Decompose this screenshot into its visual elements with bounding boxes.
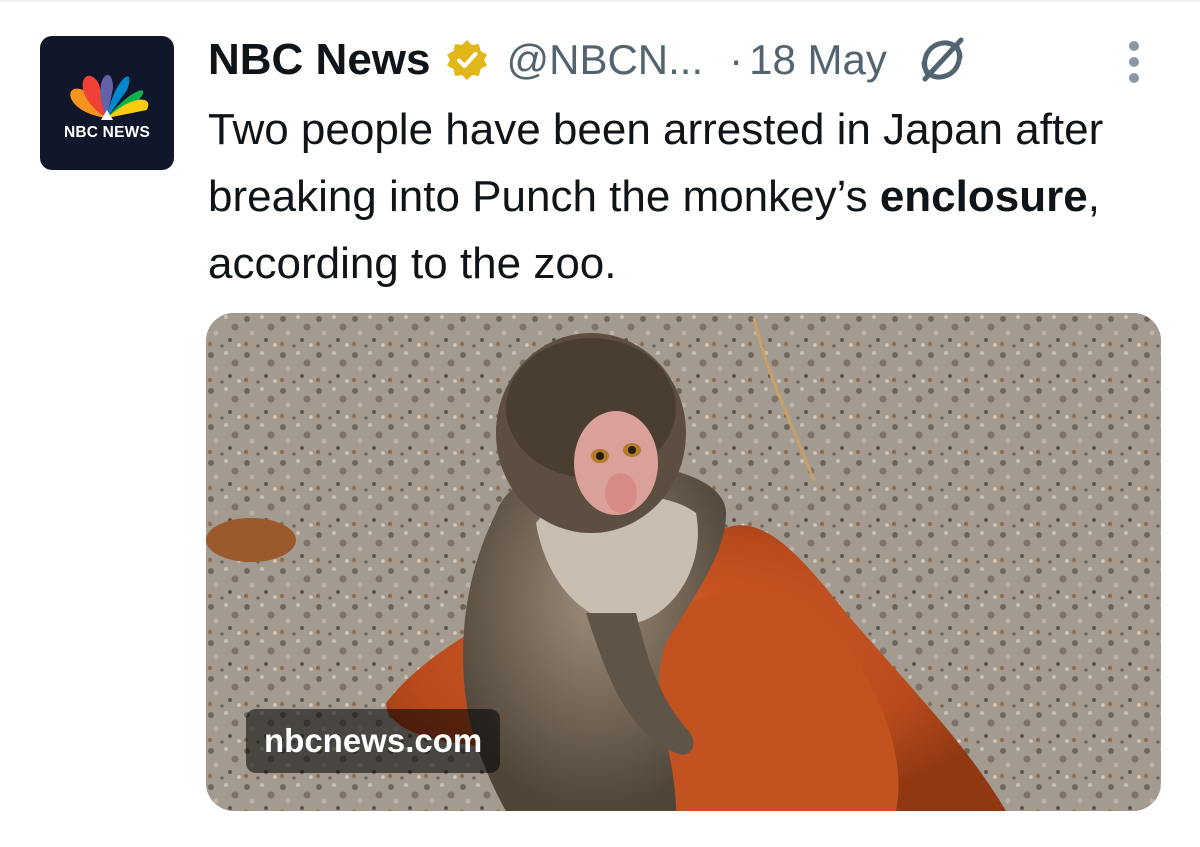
meta-separator: · [729, 36, 744, 83]
tweet-text: Two people have been arrested in Japan a… [208, 96, 1168, 297]
verified-badge-icon[interactable] [445, 38, 489, 82]
avatar-label: NBC NEWS [64, 124, 150, 141]
tweet-header: NBC News @NBCN... · 18 May [208, 30, 1168, 90]
tweet-date[interactable]: 18 May [749, 36, 887, 84]
grok-icon[interactable] [917, 35, 967, 85]
link-source-label[interactable]: nbcnews.com [246, 709, 501, 773]
tweet-media-image[interactable]: nbcnews.com [206, 313, 1161, 811]
author-name[interactable]: NBC News [208, 35, 431, 85]
avatar[interactable]: NBC NEWS [40, 36, 174, 170]
nbc-peacock-logo [70, 74, 149, 120]
tweet-text-bold: enclosure [879, 172, 1088, 221]
more-vertical-icon[interactable] [1122, 40, 1146, 84]
author-handle[interactable]: @NBCN... [507, 36, 704, 84]
top-divider [0, 0, 1200, 2]
